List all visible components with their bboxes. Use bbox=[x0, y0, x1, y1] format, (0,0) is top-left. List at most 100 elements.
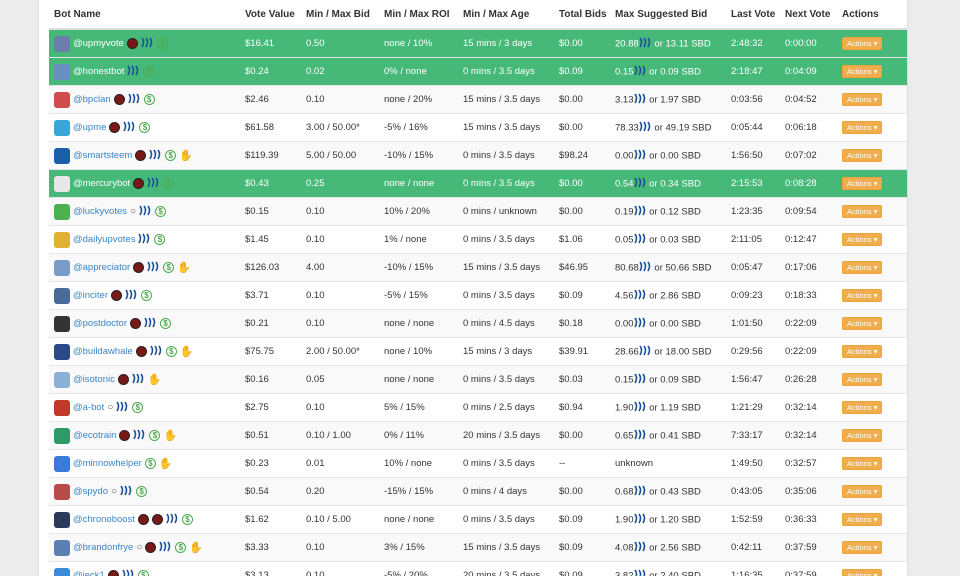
min-max-bid-cell: 0.10 bbox=[301, 281, 379, 310]
vote-value-cell: $0.23 bbox=[240, 449, 301, 478]
total-bids-cell: $46.95 bbox=[554, 253, 610, 282]
bot-name-link[interactable]: @buildawhale bbox=[73, 346, 133, 357]
actions-dropdown-button[interactable]: Actions ▾ bbox=[842, 429, 883, 442]
actions-dropdown-button[interactable]: Actions ▾ bbox=[842, 541, 883, 554]
bot-name-wrapper: @inciter $ bbox=[54, 287, 240, 304]
bot-avatar bbox=[54, 35, 70, 52]
suggested-steem-amount: 1.90 bbox=[615, 402, 634, 414]
bot-name-link[interactable]: @appreciator bbox=[73, 262, 130, 273]
min-max-roi-cell: -5% / 15% bbox=[379, 281, 458, 310]
suggested-sbd-amount: or 0.00 SBD bbox=[646, 150, 701, 162]
bot-name-link[interactable]: @brandonfrye bbox=[73, 542, 133, 553]
bot-avatar bbox=[54, 287, 70, 304]
sbd-accepted-icon: $ bbox=[143, 94, 155, 105]
warning-badge-icon bbox=[135, 346, 147, 357]
bot-name-wrapper: @upme $ bbox=[54, 119, 240, 136]
suggested-sbd-amount: or 50.66 SBD bbox=[651, 262, 712, 274]
vote-value-cell: $3.33 bbox=[240, 533, 301, 562]
actions-dropdown-button[interactable]: Actions ▾ bbox=[842, 65, 883, 78]
bot-name-link[interactable]: @upme bbox=[73, 122, 106, 133]
steem-icon bbox=[139, 205, 152, 219]
total-bids-cell: $0.00 bbox=[554, 169, 610, 198]
bot-name-link[interactable]: @postdoctor bbox=[73, 318, 127, 329]
bot-name-link[interactable]: @minnowhelper bbox=[73, 458, 142, 469]
bot-name-wrapper: @dailyupvotes $ bbox=[54, 231, 240, 248]
min-max-age-cell: 0 mins / 2.5 days bbox=[458, 393, 554, 422]
suggested-steem-amount: 0.65 bbox=[615, 430, 634, 442]
bot-name-link[interactable]: @ecotrain bbox=[73, 430, 116, 441]
min-max-roi-cell: none / none bbox=[379, 309, 458, 338]
next-vote-cell: 0:04:52 bbox=[780, 85, 837, 114]
column-header-total-bids[interactable]: Total Bids bbox=[554, 0, 610, 30]
bot-name-link[interactable]: @inciter bbox=[73, 290, 108, 301]
actions-dropdown-button[interactable]: Actions ▾ bbox=[842, 205, 883, 218]
delegation-icon: ✋ bbox=[147, 373, 162, 386]
sbd-accepted-icon: $ bbox=[165, 346, 177, 357]
actions-cell: Actions ▾ bbox=[837, 561, 907, 576]
last-vote-cell: 1:56:50 bbox=[726, 141, 780, 170]
suggested-sbd-amount: or 0.09 SBD bbox=[646, 66, 701, 78]
actions-dropdown-button[interactable]: Actions ▾ bbox=[842, 569, 883, 576]
bot-name-link[interactable]: @isotonic bbox=[73, 374, 115, 385]
vote-value-cell: $0.51 bbox=[240, 421, 301, 450]
last-vote-cell: 1:23:35 bbox=[726, 197, 780, 226]
table-row: @a-bot ○ $ $2.75 0.10 5% / 15% 0 mins / 2.5 da… bbox=[49, 393, 907, 422]
min-max-age-cell: 15 mins / 3 days bbox=[458, 28, 554, 58]
bot-name-wrapper: @a-bot ○ $ bbox=[54, 399, 240, 416]
actions-dropdown-button[interactable]: Actions ▾ bbox=[842, 289, 883, 302]
bot-name-link[interactable]: @smartsteem bbox=[73, 150, 132, 161]
actions-dropdown-button[interactable]: Actions ▾ bbox=[842, 373, 883, 386]
actions-dropdown-button[interactable]: Actions ▾ bbox=[842, 177, 883, 190]
min-max-roi-cell: none / none bbox=[379, 365, 458, 394]
column-header-min-max-roi[interactable]: Min / Max ROI bbox=[379, 0, 458, 30]
actions-dropdown-button[interactable]: Actions ▾ bbox=[842, 457, 883, 470]
sbd-accepted-icon: $ bbox=[155, 206, 167, 217]
actions-dropdown-button[interactable]: Actions ▾ bbox=[842, 121, 883, 134]
actions-dropdown-button[interactable]: Actions ▾ bbox=[842, 93, 883, 106]
bot-name-wrapper: @bpclan $ bbox=[54, 91, 240, 108]
column-header-min-max-bid[interactable]: Min / Max Bid bbox=[301, 0, 379, 30]
column-header-next-vote[interactable]: Next Vote bbox=[780, 0, 837, 30]
vote-value-cell: $1.45 bbox=[240, 225, 301, 254]
sbd-accepted-icon: $ bbox=[136, 486, 148, 497]
min-max-age-cell: 15 mins / 3.5 days bbox=[458, 533, 554, 562]
bot-name-link[interactable]: @spydo bbox=[73, 486, 108, 497]
column-header-min-max-age[interactable]: Min / Max Age bbox=[458, 0, 554, 30]
actions-dropdown-button[interactable]: Actions ▾ bbox=[842, 345, 883, 358]
min-max-age-cell: 0 mins / 3.5 days bbox=[458, 365, 554, 394]
table-row: @upme $ $61.58 3.00 / 50.00* -5% / 16% 15 min… bbox=[49, 113, 907, 142]
bot-name-link[interactable]: @dailyupvotes bbox=[73, 234, 135, 245]
suggested-steem-amount: 0.54 bbox=[615, 178, 634, 190]
actions-dropdown-button[interactable]: Actions ▾ bbox=[842, 149, 883, 162]
actions-dropdown-button[interactable]: Actions ▾ bbox=[842, 401, 883, 414]
bot-name-cell: @isotonic ✋ bbox=[49, 365, 240, 394]
suggested-steem-amount: 1.90 bbox=[615, 514, 634, 526]
delegation-icon: ✋ bbox=[163, 429, 178, 442]
bot-name-wrapper: @mercurybot $ bbox=[54, 175, 240, 192]
bot-name-link[interactable]: @bpclan bbox=[73, 94, 111, 105]
bot-name-link[interactable]: @a-bot bbox=[73, 402, 104, 413]
bot-name-link[interactable]: @honestbot bbox=[73, 66, 124, 77]
actions-dropdown-button[interactable]: Actions ▾ bbox=[842, 485, 883, 498]
actions-dropdown-button[interactable]: Actions ▾ bbox=[842, 261, 883, 274]
bot-name-link[interactable]: @mercurybot bbox=[73, 178, 130, 189]
actions-dropdown-button[interactable]: Actions ▾ bbox=[842, 233, 883, 246]
bot-name-link[interactable]: @luckyvotes bbox=[73, 206, 127, 217]
min-max-bid-cell: 3.00 / 50.00* bbox=[301, 113, 379, 142]
vote-value-cell: $16.41 bbox=[240, 28, 301, 58]
delegation-icon: ✋ bbox=[177, 261, 191, 274]
actions-dropdown-button[interactable]: Actions ▾ bbox=[842, 37, 883, 50]
min-max-roi-cell: -10% / 15% bbox=[379, 253, 458, 282]
min-max-bid-cell: 0.25 bbox=[301, 169, 379, 198]
column-header-vote-value[interactable]: Vote Value bbox=[240, 0, 301, 30]
column-header-bot-name[interactable]: Bot Name bbox=[49, 0, 240, 30]
bot-name-link[interactable]: @upmyvote bbox=[73, 38, 124, 49]
bot-name-link[interactable]: @chronoboost bbox=[73, 514, 135, 525]
column-header-last-vote[interactable]: Last Vote bbox=[726, 0, 780, 30]
column-header-max-suggested-bid[interactable]: Max Suggested Bid bbox=[610, 0, 726, 30]
sbd-accepted-icon: $ bbox=[181, 514, 193, 525]
actions-dropdown-button[interactable]: Actions ▾ bbox=[842, 317, 883, 330]
bot-name-link[interactable]: @jeck1 bbox=[73, 570, 105, 576]
actions-dropdown-button[interactable]: Actions ▾ bbox=[842, 513, 883, 526]
bot-name-cell: @dailyupvotes $ bbox=[49, 225, 240, 254]
